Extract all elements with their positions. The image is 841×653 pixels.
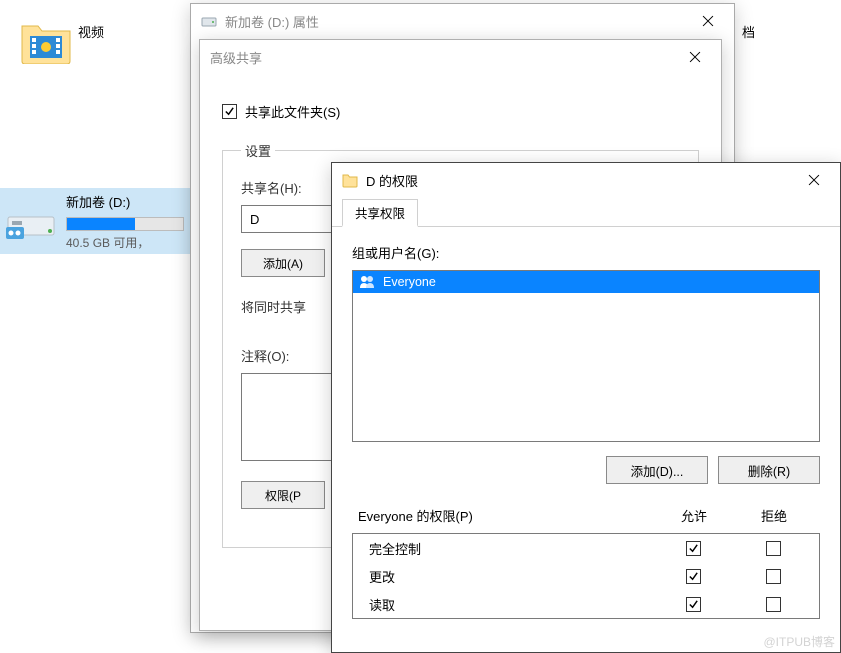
list-item[interactable]: Everyone [353,271,819,293]
remove-user-button[interactable]: 删除(R) [718,456,820,484]
deny-checkbox[interactable] [766,541,781,556]
desktop-icon-videos[interactable] [16,20,76,64]
perm-for-label: Everyone 的权限(P) [358,506,654,525]
drive-icon [201,13,217,29]
folder-icon [20,20,72,64]
stray-text: 档 [742,22,755,41]
perm-row-label: 读取 [359,595,653,614]
drive-list-item[interactable]: 新加卷 (D:) 40.5 GB 可用， [0,188,190,254]
close-button[interactable] [688,5,728,37]
deny-checkbox[interactable] [766,569,781,584]
properties-titlebar[interactable]: 新加卷 (D:) 属性 [191,4,734,38]
allow-checkbox[interactable] [686,597,701,612]
close-button[interactable] [794,164,834,196]
close-button[interactable] [675,41,715,73]
advshare-title: 高级共享 [210,48,675,67]
drive-subtext: 40.5 GB 可用， [66,234,184,251]
share-folder-label: 共享此文件夹(S) [245,102,340,121]
group-user-listbox[interactable]: Everyone [352,270,820,442]
allow-checkbox[interactable] [686,541,701,556]
col-allow: 允许 [654,506,734,525]
desktop-icon-label: 视频 [78,22,104,41]
deny-checkbox[interactable] [766,597,781,612]
users-icon [359,274,375,290]
table-row: 更改 [353,562,819,590]
tab-share-permissions[interactable]: 共享权限 [342,199,418,227]
group-user-label: 组或用户名(G): [352,243,820,262]
perm-row-label: 完全控制 [359,539,653,558]
perm-tabs: 共享权限 [332,197,840,227]
perm-row-label: 更改 [359,567,653,586]
perm-table-header: Everyone 的权限(P) 允许 拒绝 [352,506,820,533]
checkbox-icon [222,104,237,119]
folder-icon [342,172,358,188]
close-icon [703,16,713,26]
properties-title: 新加卷 (D:) 属性 [225,12,688,31]
close-icon [690,52,700,62]
advshare-titlebar[interactable]: 高级共享 [200,40,721,74]
list-item-label: Everyone [383,275,436,289]
add-button[interactable]: 添加(A) [241,249,325,277]
allow-checkbox[interactable] [686,569,701,584]
drive-name: 新加卷 (D:) [66,192,184,211]
col-deny: 拒绝 [734,506,814,525]
permissions-button[interactable]: 权限(P [241,481,325,509]
drive-icon [6,197,56,245]
perm-titlebar[interactable]: D 的权限 [332,163,840,197]
settings-legend: 设置 [241,141,275,160]
perm-title: D 的权限 [366,171,794,190]
add-user-button[interactable]: 添加(D)... [606,456,708,484]
share-folder-checkbox[interactable]: 共享此文件夹(S) [222,102,699,121]
table-row: 完全控制 [353,534,819,562]
close-icon [809,175,819,185]
permissions-dialog: D 的权限 共享权限 组或用户名(G): Everyone 添加(D)... 删… [331,162,841,653]
drive-usage-bar [66,217,184,231]
watermark: @ITPUB博客 [763,633,835,650]
table-row: 读取 [353,590,819,618]
